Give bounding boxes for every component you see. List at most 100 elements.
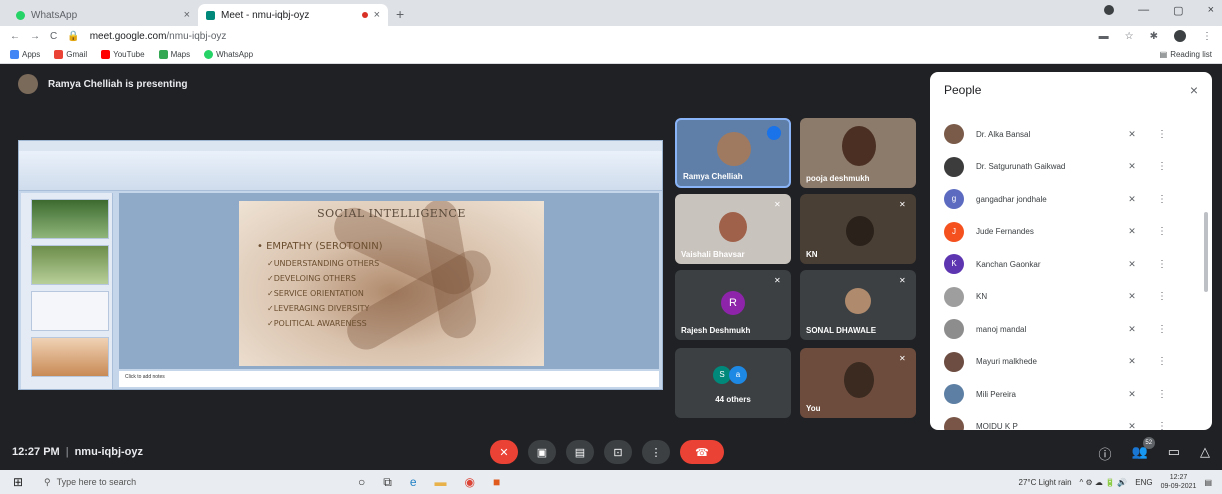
more-icon[interactable]: ⋮ xyxy=(1152,194,1172,205)
tab-meet[interactable]: Meet - nmu-iqbj-oyz × xyxy=(198,4,388,26)
people-button[interactable]: 👥 52 xyxy=(1132,437,1155,463)
captions-button[interactable]: ▤ xyxy=(566,440,594,464)
participant-row[interactable]: J Jude Fernandes ✕ ⋮ xyxy=(930,216,1200,249)
more-icon[interactable]: ⋮ xyxy=(1152,259,1172,270)
back-icon[interactable]: ← xyxy=(10,31,20,42)
minimize-button[interactable]: — xyxy=(1138,4,1149,17)
bookmark-gmail[interactable]: Gmail xyxy=(54,50,87,59)
participant-tile[interactable]: pooja deshmukh xyxy=(800,118,916,188)
more-icon[interactable]: ⋮ xyxy=(1152,421,1172,430)
self-tile[interactable]: ✕ You xyxy=(800,348,916,418)
address-bar-row: ← → C 🔒 meet.google.com/nmu-iqbj-oyz ▬ ☆… xyxy=(0,26,1222,46)
mic-off-icon[interactable]: ✕ xyxy=(1112,421,1152,430)
more-options-button[interactable]: ⋮ xyxy=(642,440,670,464)
mic-off-icon[interactable]: ✕ xyxy=(1112,291,1152,302)
mic-off-icon[interactable]: ✕ xyxy=(1112,259,1152,270)
maximize-button[interactable]: ▢ xyxy=(1173,4,1183,17)
slide-thumbnail xyxy=(31,245,109,285)
start-button[interactable]: ⊞ xyxy=(0,475,36,489)
tab-close-button[interactable]: × xyxy=(374,9,380,21)
meeting-details-button[interactable]: ⓘ xyxy=(1099,444,1112,463)
participant-row[interactable]: Mili Pereira ✕ ⋮ xyxy=(930,378,1200,411)
participant-avatar: g xyxy=(944,189,964,210)
chat-button[interactable]: ▭ xyxy=(1168,444,1180,463)
bookmark-youtube[interactable]: YouTube xyxy=(101,50,145,59)
mic-off-icon[interactable]: ✕ xyxy=(1112,389,1152,400)
hang-up-button[interactable]: ☎ xyxy=(680,440,724,464)
bookmark-apps[interactable]: Apps xyxy=(10,50,40,59)
mic-off-icon[interactable]: ✕ xyxy=(1112,324,1152,335)
participant-tile[interactable]: Ramya Chelliah xyxy=(675,118,791,188)
taskbar-search[interactable]: ⚲ Type here to search xyxy=(36,472,286,492)
file-explorer-icon[interactable]: ▬ xyxy=(435,475,447,490)
task-view-icon[interactable]: ⧉ xyxy=(383,475,392,490)
present-button[interactable]: ⊡ xyxy=(604,440,632,464)
participant-row[interactable]: MOIDU K P ✕ ⋮ xyxy=(930,411,1200,430)
participant-tile[interactable]: ✕ KN xyxy=(800,194,916,264)
camera-toggle-button[interactable]: ▣ xyxy=(528,440,556,464)
menu-icon[interactable]: ⋮ xyxy=(1202,31,1212,42)
participant-row[interactable]: K Kanchan Gaonkar ✕ ⋮ xyxy=(930,248,1200,281)
forward-icon[interactable]: → xyxy=(30,31,40,42)
mic-off-icon[interactable]: ✕ xyxy=(1112,194,1152,205)
participant-row[interactable]: Dr. Alka Bansal ✕ ⋮ xyxy=(930,118,1200,151)
tab-whatsapp[interactable]: WhatsApp × xyxy=(8,4,198,26)
taskbar-clock[interactable]: 12:27 09-09-2021 xyxy=(1161,473,1197,491)
bookmark-maps[interactable]: Maps xyxy=(158,50,190,59)
tray-icons[interactable]: ^ ⚙ ☁ 🔋 🔊 xyxy=(1080,478,1128,487)
avatar[interactable] xyxy=(1174,30,1186,42)
more-icon[interactable]: ⋮ xyxy=(1152,291,1172,302)
notifications-icon[interactable]: ▤ xyxy=(1204,478,1212,487)
more-icon[interactable]: ⋮ xyxy=(1152,324,1172,335)
more-icon[interactable]: ⋮ xyxy=(1152,356,1172,367)
more-icon: ⋮ xyxy=(650,446,662,459)
lock-icon[interactable]: 🔒 xyxy=(67,31,79,42)
participant-tile[interactable]: ✕ SONAL DHAWALE xyxy=(800,270,916,340)
participant-tile[interactable]: ✕ Vaishali Bhavsar xyxy=(675,194,791,264)
profile-icon[interactable] xyxy=(1104,5,1115,15)
office-icon[interactable]: ■ xyxy=(493,475,500,490)
more-icon[interactable]: ⋮ xyxy=(1152,161,1172,172)
taskbar-apps: ○ ⧉ e ▬ ◉ ■ xyxy=(358,475,500,490)
participant-row[interactable]: Dr. Satgurunath Gaikwad ✕ ⋮ xyxy=(930,151,1200,184)
activities-button[interactable]: △ xyxy=(1200,444,1210,463)
mic-toggle-button[interactable]: ✕ xyxy=(490,440,518,464)
more-icon[interactable]: ⋮ xyxy=(1152,389,1172,400)
screen: WhatsApp × Meet - nmu-iqbj-oyz × + — ▢ ×… xyxy=(0,0,1222,494)
mic-off-icon[interactable]: ✕ xyxy=(1112,356,1152,367)
participant-list-scrollbar[interactable] xyxy=(1204,212,1208,292)
participant-name: KN xyxy=(806,250,818,259)
close-panel-button[interactable]: × xyxy=(1190,82,1198,98)
meeting-time: 12:27 PM xyxy=(12,446,60,458)
more-icon[interactable]: ⋮ xyxy=(1152,226,1172,237)
more-icon[interactable]: ⋮ xyxy=(1152,129,1172,140)
chrome-icon[interactable]: ◉ xyxy=(465,475,475,490)
bookmark-whatsapp[interactable]: WhatsApp xyxy=(204,50,253,59)
mic-off-icon[interactable]: ✕ xyxy=(1112,226,1152,237)
url-field[interactable]: meet.google.com/nmu-iqbj-oyz xyxy=(90,31,227,42)
star-icon[interactable]: ☆ xyxy=(1125,31,1134,42)
new-tab-button[interactable]: + xyxy=(396,6,404,22)
reload-icon[interactable]: C xyxy=(50,31,57,42)
participant-row[interactable]: Mayuri malkhede ✕ ⋮ xyxy=(930,346,1200,379)
edge-icon[interactable]: e xyxy=(410,475,417,490)
participant-video xyxy=(844,362,874,398)
mic-off-icon[interactable]: ✕ xyxy=(1112,161,1152,172)
participant-row[interactable]: manoj mandal ✕ ⋮ xyxy=(930,313,1200,346)
mic-off-icon: ✕ xyxy=(899,354,906,363)
extensions-icon[interactable]: ✱ xyxy=(1150,31,1158,42)
weather-widget[interactable]: 27°C Light rain xyxy=(1019,478,1072,487)
close-window-button[interactable]: × xyxy=(1208,4,1214,17)
mic-off-icon[interactable]: ✕ xyxy=(1112,129,1152,140)
cortana-icon[interactable]: ○ xyxy=(358,475,365,490)
reading-list-button[interactable]: ▤ Reading list xyxy=(1160,50,1212,59)
participant-row[interactable]: g gangadhar jondhale ✕ ⋮ xyxy=(930,183,1200,216)
input-language[interactable]: ENG xyxy=(1135,478,1152,487)
reading-list-icon: ▤ xyxy=(1159,50,1168,59)
tab-close-button[interactable]: × xyxy=(184,9,190,21)
participant-video xyxy=(842,126,876,166)
participant-row[interactable]: KN ✕ ⋮ xyxy=(930,281,1200,314)
camera-icon[interactable]: ▬ xyxy=(1099,31,1109,42)
others-tile[interactable]: S a 44 others xyxy=(675,348,791,418)
participant-tile[interactable]: R ✕ Rajesh Deshmukh xyxy=(675,270,791,340)
